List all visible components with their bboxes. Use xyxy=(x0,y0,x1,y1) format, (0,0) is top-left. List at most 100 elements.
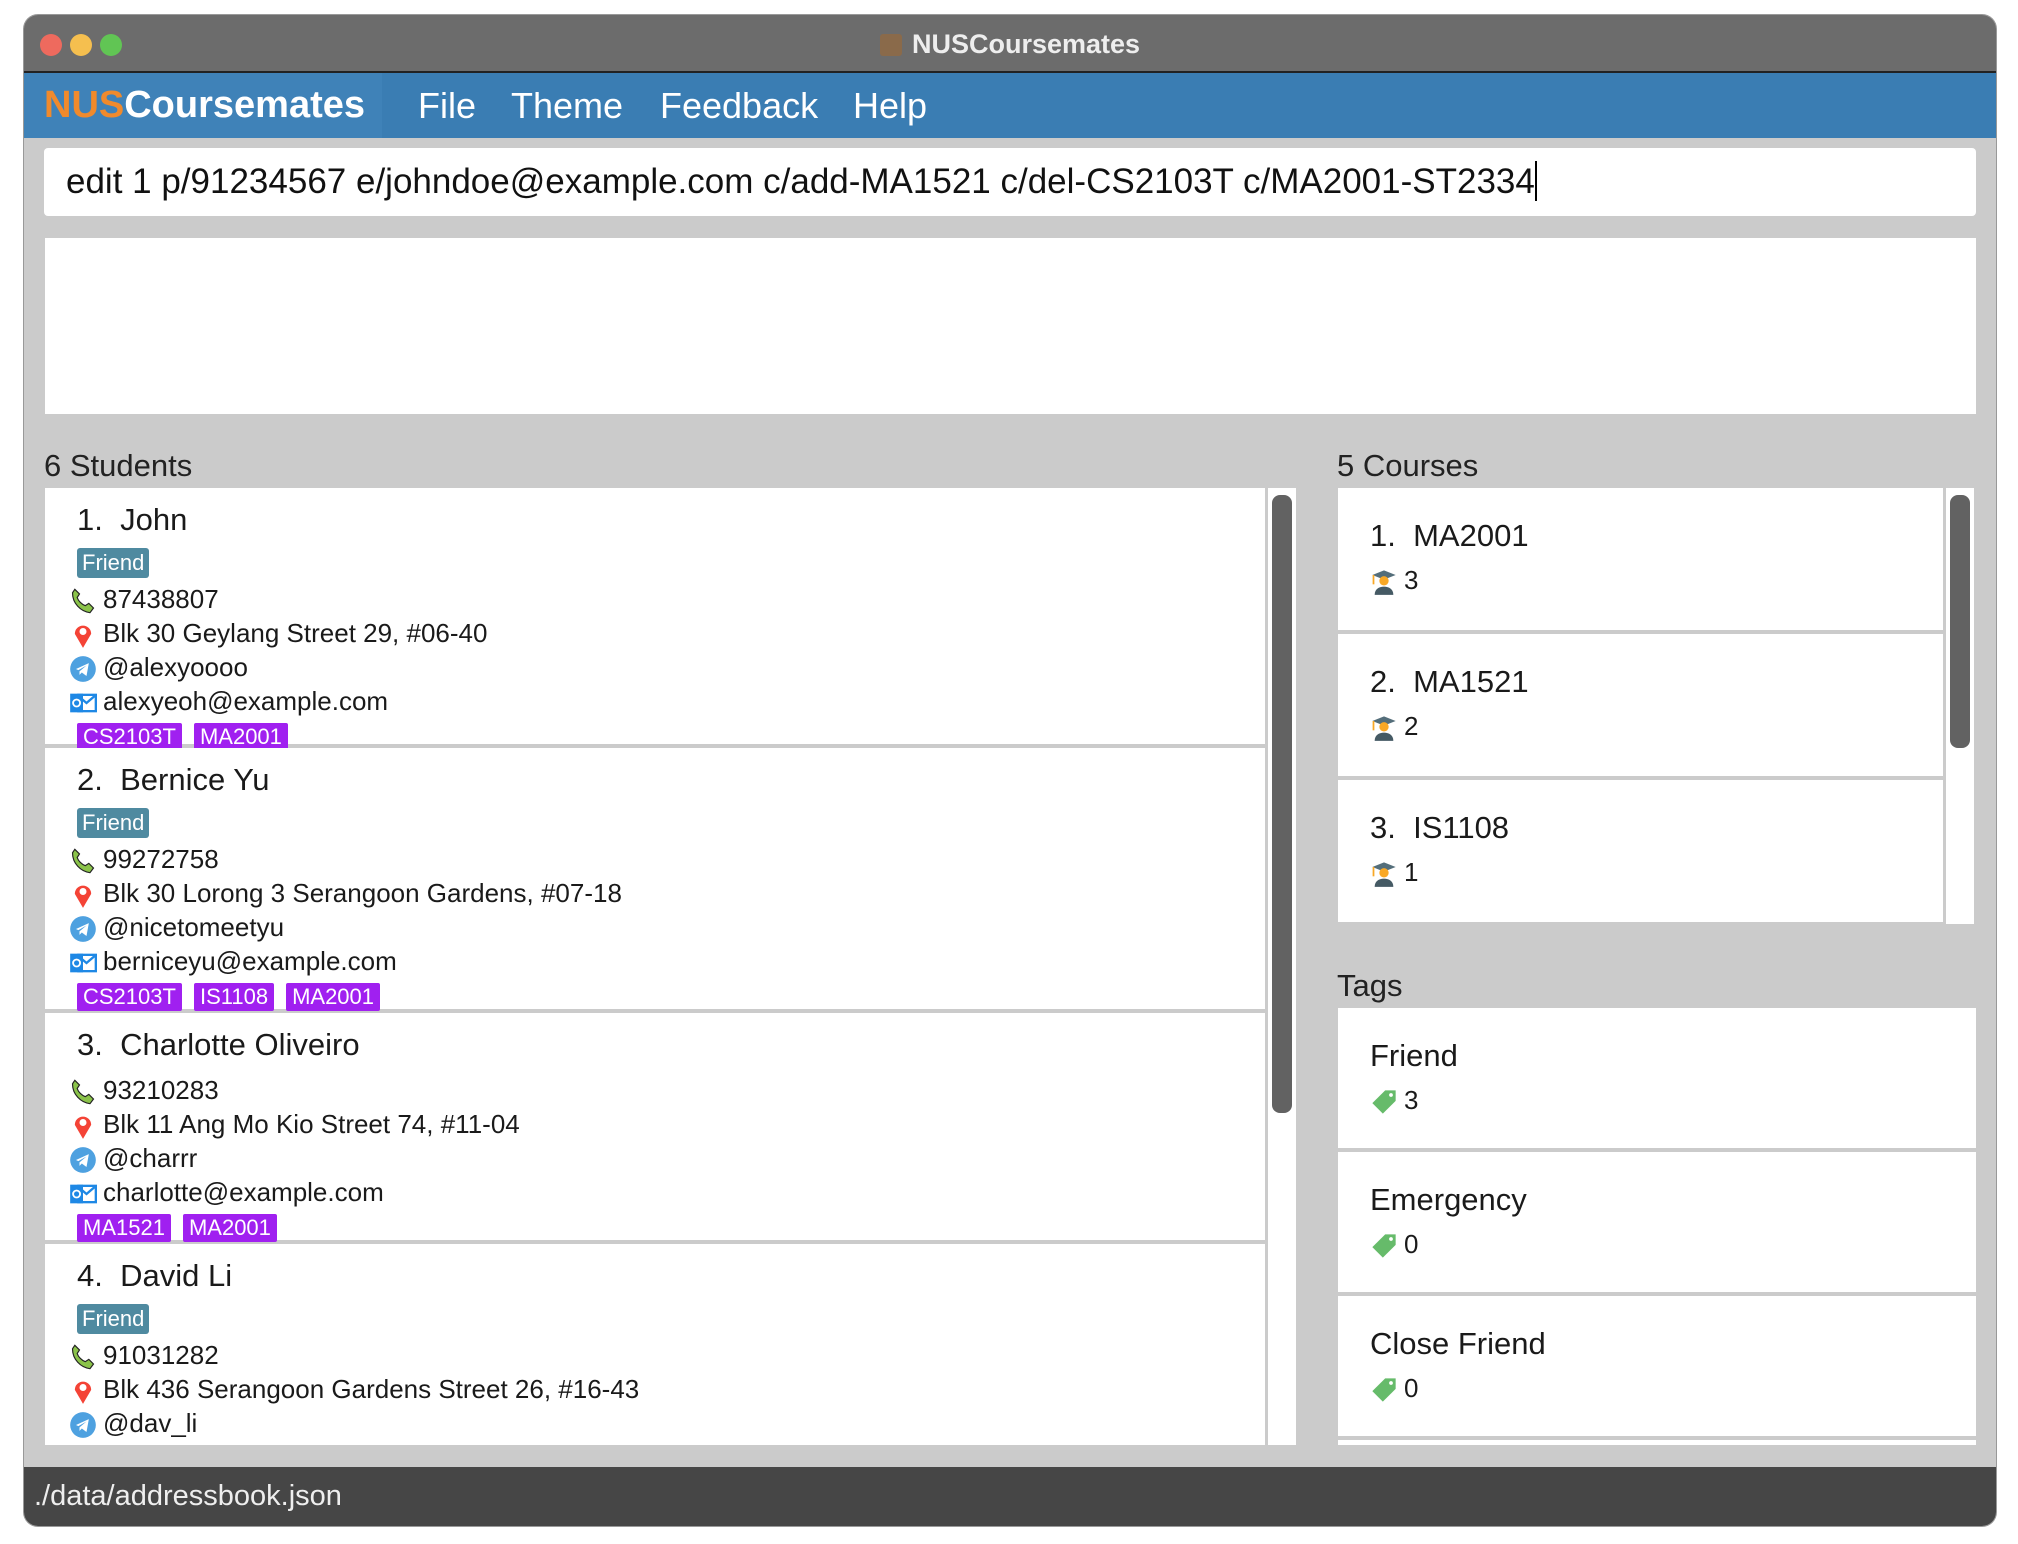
student-card[interactable]: 3. Charlotte Oliveiro 93210283 Blk 11 Ang … xyxy=(45,1013,1265,1244)
student-email: lidavid@example.com xyxy=(69,1440,358,1445)
course-list-scrollbar[interactable] xyxy=(1946,488,1974,924)
friend-tag: Friend xyxy=(77,1304,150,1334)
student-index: 4. xyxy=(77,1258,103,1293)
student-name: 2. Bernice Yu xyxy=(77,762,269,798)
student-address-text: Blk 11 Ang Mo Kio Street 74, #11-04 xyxy=(103,1109,520,1139)
student-telegram-text: @charrr xyxy=(103,1143,198,1173)
course-student-count: 1 xyxy=(1404,857,1419,887)
telegram-icon xyxy=(70,1147,96,1173)
student-name-text: David Li xyxy=(120,1258,233,1293)
course-code: IS1108 xyxy=(1413,810,1510,845)
student-name: 1. John xyxy=(77,502,187,538)
tag-count: 3 xyxy=(1404,1085,1419,1115)
student-phone-text: 87438807 xyxy=(103,584,219,614)
brand-suffix: Coursemates xyxy=(124,84,365,126)
course-index: 2. xyxy=(1370,664,1396,699)
student-icon xyxy=(1372,716,1396,741)
title-bar: NUSCoursemates xyxy=(24,15,1996,73)
location-pin-icon xyxy=(74,1381,92,1404)
course-card[interactable]: 3. IS1108 1 xyxy=(1338,780,1943,922)
course-tag: IS1108 xyxy=(193,983,275,1011)
tag-card[interactable]: Close Friend 0 xyxy=(1338,1296,1976,1436)
student-email-text: charlotte@example.com xyxy=(103,1177,384,1207)
course-tag: CS2103T xyxy=(77,983,182,1011)
student-email: berniceyu@example.com xyxy=(69,944,397,978)
student-name-text: Charlotte Oliveiro xyxy=(120,1027,360,1062)
student-index: 1. xyxy=(77,502,103,537)
student-name: 4. David Li xyxy=(77,1258,232,1294)
tag-card[interactable]: Friend 3 xyxy=(1338,1008,1976,1148)
phone-icon xyxy=(71,588,95,614)
course-tags: CS2103T MA2001 xyxy=(77,718,300,752)
status-bar: ./data/addressbook.json xyxy=(24,1467,1996,1526)
window-title: NUSCoursemates xyxy=(24,29,1996,60)
app-icon xyxy=(879,34,902,56)
save-location: ./data/addressbook.json xyxy=(34,1480,342,1512)
course-tag: MA1521 xyxy=(77,1214,171,1242)
app-window: NUSCoursemates NUSCoursemates File Theme… xyxy=(24,15,1996,1526)
scrollbar-thumb[interactable] xyxy=(1272,495,1292,1113)
menu-theme[interactable]: Theme xyxy=(511,73,623,138)
tag-card[interactable]: Emergency 0 xyxy=(1338,1152,1976,1292)
course-index: 3. xyxy=(1370,810,1396,845)
telegram-icon xyxy=(70,656,96,682)
result-display xyxy=(45,238,1976,414)
course-list: 1. MA2001 3 2. MA1521 2 3. IS1108 1 xyxy=(1338,488,1943,924)
student-card[interactable]: 4. David Li Friend 91031282 Blk 436 Serango… xyxy=(45,1244,1265,1445)
menu-bar: NUSCoursemates File Theme Feedback Help xyxy=(24,73,1996,138)
course-index: 1. xyxy=(1370,518,1396,553)
telegram-icon xyxy=(70,916,96,942)
student-phone: 91031282 xyxy=(69,1338,219,1372)
course-tags: CS2103T IS1108 MA2001 xyxy=(77,978,392,1012)
scrollbar-thumb[interactable] xyxy=(1950,495,1970,748)
student-telegram: @nicetomeetyu xyxy=(69,910,284,944)
student-list-scrollbar[interactable] xyxy=(1268,488,1296,1445)
student-address: Blk 30 Geylang Street 29, #06-40 xyxy=(69,616,487,650)
student-phone-text: 93210283 xyxy=(103,1075,219,1105)
course-tags: MA1521 MA2001 xyxy=(77,1209,289,1243)
student-telegram-text: @alexyoooo xyxy=(103,652,248,682)
student-address-text: Blk 30 Geylang Street 29, #06-40 xyxy=(103,618,488,648)
tag-count: 0 xyxy=(1404,1373,1419,1403)
student-phone: 87438807 xyxy=(69,582,219,616)
tag-icon xyxy=(1372,1090,1396,1114)
email-icon xyxy=(70,1184,97,1204)
courses-header: 5 Courses xyxy=(1337,448,1479,483)
student-name-text: John xyxy=(120,502,188,537)
student-card[interactable]: 1. John Friend 87438807 Blk 30 Geylang Stre… xyxy=(45,488,1265,751)
course-code: MA2001 xyxy=(1413,518,1529,553)
command-input[interactable]: edit 1 p/91234567 e/johndoe@example.com … xyxy=(44,148,1976,216)
student-name: 3. Charlotte Oliveiro xyxy=(77,1027,360,1063)
menu-help[interactable]: Help xyxy=(853,73,927,138)
student-address-text: Blk 30 Lorong 3 Serangoon Gardens, #07-1… xyxy=(103,878,622,908)
tag-name: Emergency xyxy=(1370,1182,1527,1217)
students-header: 6 Students xyxy=(44,448,193,483)
menu-feedback[interactable]: Feedback xyxy=(660,73,818,138)
course-student-count: 3 xyxy=(1404,565,1419,595)
student-address: Blk 30 Lorong 3 Serangoon Gardens, #07-1… xyxy=(69,876,622,910)
tag-icon xyxy=(1372,1234,1396,1258)
student-email-text: alexyeoh@example.com xyxy=(103,686,389,716)
student-telegram: @dav_li xyxy=(69,1406,197,1440)
phone-icon xyxy=(71,848,95,874)
student-email-text: lidavid@example.com xyxy=(103,1442,358,1445)
student-email: charlotte@example.com xyxy=(69,1175,384,1209)
course-student-count: 2 xyxy=(1404,711,1419,741)
tag-card[interactable] xyxy=(1338,1440,1976,1445)
location-pin-icon xyxy=(74,885,92,908)
course-code: MA1521 xyxy=(1413,664,1529,699)
course-card[interactable]: 2. MA1521 2 xyxy=(1338,634,1943,776)
menu-file[interactable]: File xyxy=(418,73,476,138)
course-tag: MA2001 xyxy=(286,983,381,1011)
student-list: 1. John Friend 87438807 Blk 30 Geylang Stre… xyxy=(45,488,1265,1445)
student-telegram-text: @nicetomeetyu xyxy=(103,912,285,942)
student-index: 2. xyxy=(77,762,103,797)
student-card[interactable]: 2. Bernice Yu Friend 99272758 Blk 30 Lorong… xyxy=(45,748,1265,1013)
course-card[interactable]: 1. MA2001 3 xyxy=(1338,488,1943,630)
email-icon xyxy=(69,1444,97,1445)
student-phone: 99272758 xyxy=(69,842,219,876)
tag-name: Close Friend xyxy=(1370,1326,1546,1361)
student-address: Blk 11 Ang Mo Kio Street 74, #11-04 xyxy=(69,1107,520,1141)
friend-tag: Friend xyxy=(77,808,150,838)
student-address-text: Blk 436 Serangoon Gardens Street 26, #16… xyxy=(103,1374,640,1404)
